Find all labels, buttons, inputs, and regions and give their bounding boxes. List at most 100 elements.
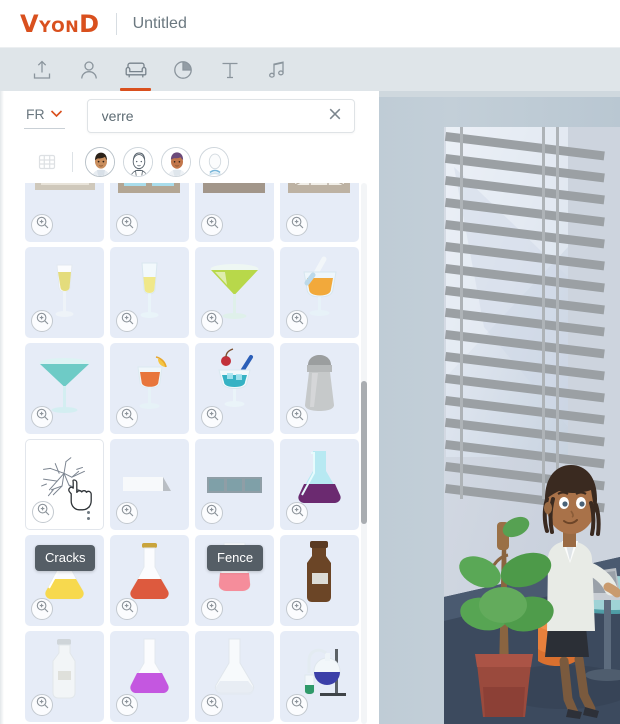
asset-tile-cracks[interactable] — [25, 439, 104, 530]
document-title[interactable]: Untitled — [133, 15, 187, 33]
magnifier-plus-icon — [121, 408, 134, 426]
asset-tile-champagne-flute-full[interactable] — [25, 247, 104, 338]
asset-tile-cocktail-orange-lemon[interactable] — [110, 343, 189, 434]
title-bar: VYOND Untitled — [0, 0, 620, 48]
asset-preview-button[interactable] — [201, 310, 223, 332]
asset-menu-button[interactable] — [81, 501, 95, 523]
tab-charts[interactable] — [159, 48, 206, 91]
asset-tile-brown-bottle[interactable] — [280, 535, 359, 626]
person-icon — [78, 59, 100, 81]
magnifier-plus-icon — [291, 696, 304, 714]
asset-preview-button[interactable] — [116, 694, 138, 716]
style-row-divider — [72, 152, 73, 172]
scene-office-window[interactable] — [444, 127, 620, 724]
magnifier-plus-icon — [36, 696, 49, 714]
asset-preview-button[interactable] — [31, 406, 53, 428]
asset-preview-button[interactable] — [286, 598, 308, 620]
asset-preview-button[interactable] — [32, 501, 54, 523]
tab-characters[interactable] — [65, 48, 112, 91]
asset-preview-button[interactable] — [201, 598, 223, 620]
asset-preview-button[interactable] — [31, 214, 53, 236]
magnifier-plus-icon — [291, 600, 304, 618]
asset-tile-fence[interactable] — [195, 439, 274, 530]
magnifier-plus-icon — [36, 312, 49, 330]
asset-tile-clear-bottle[interactable] — [25, 631, 104, 722]
asset-preview-button[interactable] — [286, 406, 308, 428]
tab-text[interactable] — [206, 48, 253, 91]
asset-preview-button[interactable] — [201, 214, 223, 236]
asset-preview-button[interactable] — [286, 214, 308, 236]
language-selector[interactable]: FR — [24, 103, 65, 129]
asset-tile-martini-green[interactable] — [195, 247, 274, 338]
asset-tile-champagne-flute[interactable] — [110, 247, 189, 338]
tooltip-cracks: Cracks — [35, 545, 96, 571]
magnifier-plus-icon — [37, 503, 50, 521]
asset-tile-flask-magenta[interactable] — [110, 631, 189, 722]
avatar-business-friendly[interactable] — [161, 147, 191, 177]
magnifier-plus-icon — [291, 216, 304, 234]
asset-tile-juice-glass-straw[interactable] — [280, 247, 359, 338]
search-input[interactable] — [87, 108, 354, 124]
asset-preview-button[interactable] — [116, 598, 138, 620]
scene-artwork — [444, 127, 620, 724]
magnifier-plus-icon — [121, 312, 134, 330]
avatar-blank-character[interactable] — [199, 147, 229, 177]
asset-preview-button[interactable] — [286, 502, 308, 524]
asset-tile-window-blue[interactable] — [110, 183, 189, 242]
asset-preview-button[interactable] — [116, 214, 138, 236]
asset-tile-flask-purple[interactable] — [280, 439, 359, 530]
close-icon — [327, 106, 343, 127]
asset-preview-button[interactable] — [31, 694, 53, 716]
stage-top-edge — [379, 91, 620, 97]
asset-tile-window-white[interactable] — [195, 183, 274, 242]
clear-search-button[interactable] — [324, 105, 346, 127]
asset-preview-button[interactable] — [116, 406, 138, 428]
library-scrollbar-thumb[interactable] — [361, 381, 367, 524]
avatar-whiteboard[interactable] — [123, 147, 153, 177]
search-box[interactable] — [86, 99, 355, 133]
tab-audio[interactable] — [253, 48, 300, 91]
title-divider — [115, 12, 117, 35]
magnifier-plus-icon — [206, 600, 219, 618]
grid-icon[interactable] — [36, 151, 58, 173]
chevron-down-icon — [50, 105, 63, 123]
asset-tile-cocktail-shaker[interactable] — [280, 343, 359, 434]
asset-tile-glass-pane[interactable] — [110, 439, 189, 530]
asset-library-panel: FR — [0, 91, 379, 724]
canvas-stage[interactable] — [379, 91, 620, 724]
asset-preview-button[interactable] — [201, 502, 223, 524]
tooltip-fence: Fence — [207, 545, 264, 571]
magnifier-plus-icon — [121, 696, 134, 714]
asset-tile-window-lattice[interactable] — [280, 183, 359, 242]
avatar-contemporary[interactable] — [85, 147, 115, 177]
vyond-logo[interactable]: VYOND — [20, 12, 100, 36]
asset-preview-button[interactable] — [286, 694, 308, 716]
search-bar: FR — [0, 91, 379, 141]
magnifier-plus-icon — [206, 696, 219, 714]
tab-upload[interactable] — [18, 48, 65, 91]
asset-preview-button[interactable] — [116, 502, 138, 524]
magnifier-plus-icon — [36, 408, 49, 426]
asset-preview-button[interactable] — [31, 310, 53, 332]
asset-tile-blue-cocktail-cherry[interactable] — [195, 343, 274, 434]
magnifier-plus-icon — [206, 312, 219, 330]
asset-tile-window-plain[interactable] — [25, 183, 104, 242]
asset-grid — [25, 183, 359, 724]
asset-preview-button[interactable] — [201, 694, 223, 716]
asset-tile-distillation-set[interactable] — [280, 631, 359, 722]
asset-preview-button[interactable] — [116, 310, 138, 332]
asset-tile-flask-red[interactable] — [110, 535, 189, 626]
library-scrollbar-track[interactable] — [361, 183, 367, 724]
tab-props[interactable] — [112, 48, 159, 91]
pie-chart-icon — [172, 59, 194, 81]
asset-preview-button[interactable] — [286, 310, 308, 332]
asset-preview-button[interactable] — [201, 406, 223, 428]
asset-grid-scroll[interactable] — [0, 183, 379, 724]
magnifier-plus-icon — [121, 504, 134, 522]
music-note-icon — [266, 59, 288, 81]
asset-tile-martini-teal[interactable] — [25, 343, 104, 434]
asset-tile-flask-empty[interactable] — [195, 631, 274, 722]
magnifier-plus-icon — [121, 600, 134, 618]
asset-preview-button[interactable] — [31, 598, 53, 620]
magnifier-plus-icon — [291, 312, 304, 330]
